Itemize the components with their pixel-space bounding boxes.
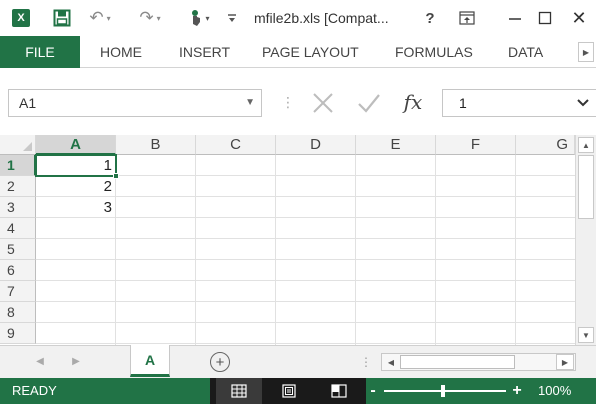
ribbon-scroll-right-icon[interactable]: ▶ — [578, 42, 594, 62]
horizontal-scroll-thumb[interactable] — [400, 355, 515, 369]
row-header[interactable]: 3 — [0, 197, 36, 218]
zoom-slider-thumb[interactable] — [441, 385, 445, 397]
column-header[interactable]: A — [36, 135, 116, 155]
row-header[interactable]: 4 — [0, 218, 36, 239]
name-box-value: A1 — [19, 95, 37, 111]
excel-logo-icon[interactable]: X — [10, 0, 32, 36]
maximize-icon[interactable] — [530, 0, 560, 36]
column-header[interactable]: F — [436, 135, 516, 155]
scroll-left-icon[interactable]: ◀ — [384, 355, 398, 369]
row-header[interactable]: 2 — [0, 176, 36, 197]
row-header[interactable]: 5 — [0, 239, 36, 260]
close-icon[interactable]: ✕ — [564, 0, 594, 36]
column-header[interactable]: D — [276, 135, 356, 155]
zoom-in-button[interactable]: + — [510, 378, 524, 404]
touch-mode-icon[interactable]: ▾ — [182, 0, 216, 36]
vertical-scroll-thumb[interactable] — [578, 155, 594, 219]
cell-a3[interactable]: 3 — [36, 197, 116, 218]
tab-home[interactable]: HOME — [100, 36, 142, 68]
scroll-down-icon[interactable]: ▼ — [578, 327, 594, 343]
row-header[interactable]: 8 — [0, 302, 36, 323]
zoom-slider[interactable] — [384, 390, 506, 392]
page-break-view-icon[interactable] — [316, 378, 362, 404]
new-sheet-icon[interactable]: + — [210, 352, 230, 372]
tab-formulas[interactable]: FORMULAS — [395, 36, 473, 68]
undo-icon[interactable]: ↶ ▾ — [86, 0, 114, 36]
tab-page-layout[interactable]: PAGE LAYOUT — [262, 36, 359, 68]
column-header[interactable]: E — [356, 135, 436, 155]
zoom-out-button[interactable]: - — [366, 378, 380, 404]
tab-data[interactable]: DATA — [508, 36, 543, 68]
help-icon[interactable]: ? — [420, 0, 440, 36]
expand-formula-bar-icon[interactable] — [572, 89, 594, 117]
row-header[interactable]: 1 — [0, 155, 36, 176]
enter-entry-icon[interactable] — [356, 89, 382, 117]
horizontal-scrollbar[interactable]: ◀ — [381, 353, 576, 371]
column-header[interactable]: G — [516, 135, 575, 155]
excel-logo-letter: X — [12, 9, 30, 27]
insert-function-icon[interactable]: fx — [398, 87, 428, 117]
tab-file[interactable]: FILE — [0, 36, 80, 68]
cell-area[interactable] — [36, 155, 575, 345]
tab-insert[interactable]: INSERT — [179, 36, 230, 68]
formula-bar: A1 ▼ ⋮ fx 1 — [0, 68, 596, 140]
sheet-next-icon[interactable]: ▶ — [68, 346, 84, 378]
save-icon[interactable] — [50, 0, 74, 36]
scroll-right-icon[interactable]: ▶ — [556, 354, 574, 370]
customize-qat-icon[interactable] — [224, 0, 240, 36]
page-layout-view-icon[interactable] — [266, 378, 312, 404]
sheet-tabs-bar: ◀ ▶ A + ⋮ ◀ ▶ — [0, 345, 596, 378]
title-bar: X ↶ ▾ ↷ ▾ ▾ mfile2b.xls [Compat... ? ✕ — [0, 0, 596, 36]
ribbon-tabs: FILE HOME INSERT PAGE LAYOUT FORMULAS DA… — [0, 36, 596, 68]
row-header[interactable]: 7 — [0, 281, 36, 302]
row-header[interactable]: 9 — [0, 323, 36, 344]
zoom-level[interactable]: 100% — [538, 378, 571, 404]
sheet-prev-icon[interactable]: ◀ — [32, 346, 48, 378]
tab-split-handle-icon[interactable]: ⋮ — [360, 346, 372, 378]
worksheet-grid: A B C D E F G 1 2 3 4 5 6 7 8 9 1 2 3 — [0, 135, 575, 345]
normal-view-icon[interactable] — [216, 378, 262, 404]
column-header[interactable]: C — [196, 135, 276, 155]
ribbon-display-icon[interactable] — [455, 0, 479, 36]
window-title: mfile2b.xls [Compat... — [254, 10, 389, 26]
scroll-up-icon[interactable]: ▲ — [578, 137, 594, 153]
vertical-scrollbar[interactable]: ▲ ▼ — [575, 135, 596, 345]
row-header[interactable]: 6 — [0, 260, 36, 281]
select-all-button[interactable] — [0, 135, 36, 155]
cell-a2[interactable]: 2 — [36, 176, 116, 197]
formula-bar-grip-icon[interactable]: ⋮ — [281, 94, 295, 111]
view-switcher — [210, 378, 366, 404]
status-mode: READY — [12, 383, 57, 398]
sheet-tab-a[interactable]: A — [130, 345, 170, 377]
formula-value: 1 — [459, 95, 467, 111]
status-bar: READY - + 100% — [0, 378, 596, 404]
cancel-entry-icon[interactable] — [310, 89, 336, 117]
column-header[interactable]: B — [116, 135, 196, 155]
fill-handle[interactable] — [113, 173, 119, 179]
active-cell-outline — [35, 154, 117, 177]
minimize-icon[interactable] — [500, 0, 530, 36]
select-all-triangle-icon — [23, 142, 32, 151]
name-box-dropdown-icon[interactable]: ▼ — [245, 90, 255, 116]
redo-icon[interactable]: ↷ ▾ — [136, 0, 164, 36]
name-box[interactable]: A1 ▼ — [8, 89, 262, 117]
